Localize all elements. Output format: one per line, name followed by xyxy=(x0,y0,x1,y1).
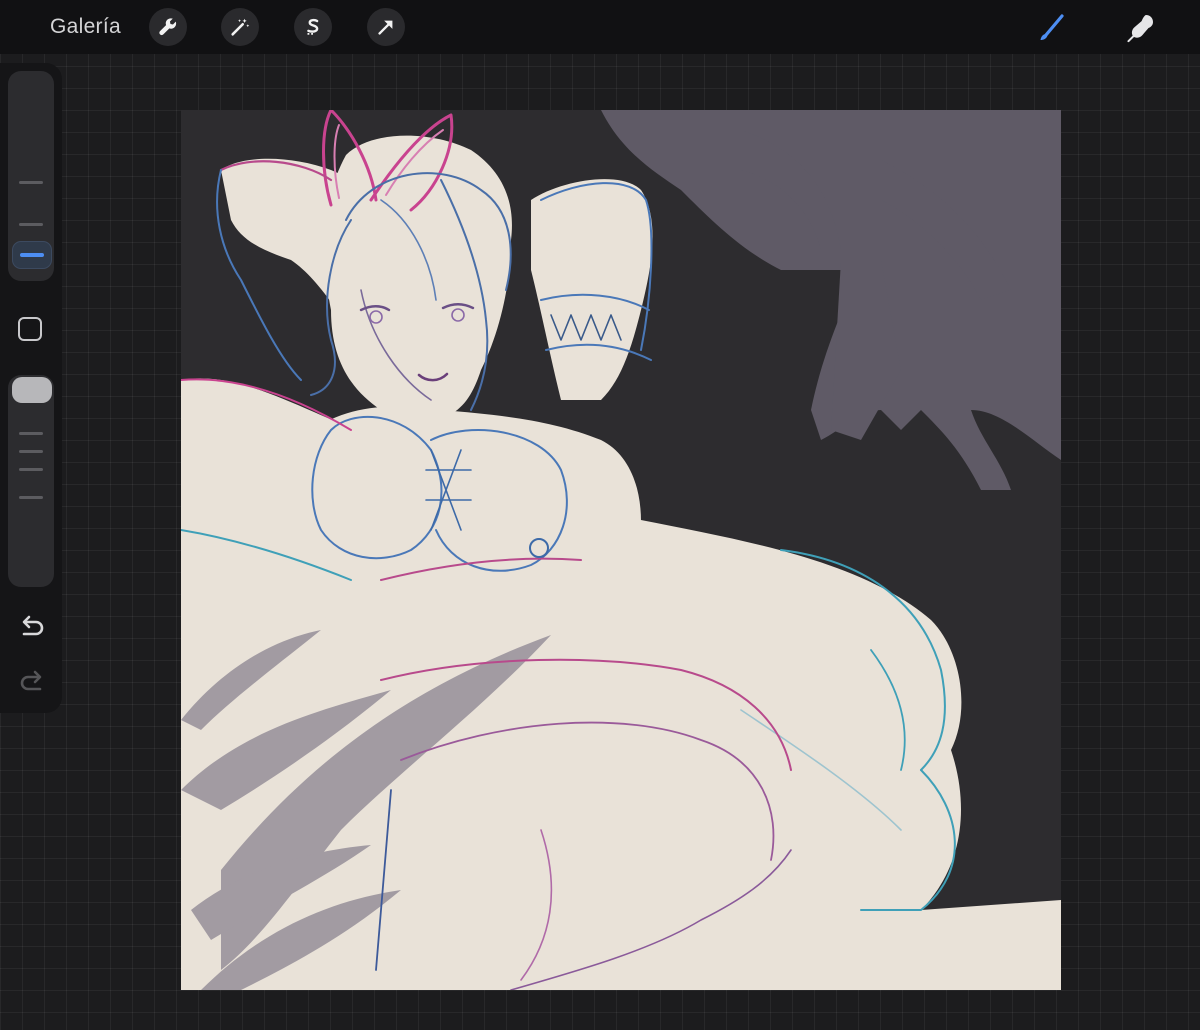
slider-tick xyxy=(19,223,43,226)
selection-s-icon[interactable] xyxy=(294,8,332,46)
opacity-slider[interactable] xyxy=(8,375,54,587)
gallery-button[interactable]: Galería xyxy=(50,14,121,40)
slider-tick xyxy=(19,450,43,453)
magic-wand-icon[interactable] xyxy=(221,8,259,46)
redo-icon[interactable] xyxy=(16,666,48,698)
left-sidebar xyxy=(0,63,62,713)
artwork-illustration xyxy=(181,110,1061,990)
brush-icon[interactable] xyxy=(1032,8,1072,48)
brush-size-thumb[interactable] xyxy=(12,241,52,269)
smudge-icon[interactable] xyxy=(1120,8,1160,48)
drawing-canvas[interactable] xyxy=(181,110,1061,990)
transform-arrow-icon[interactable] xyxy=(367,8,405,46)
brush-size-slider[interactable] xyxy=(8,71,54,281)
slider-tick xyxy=(19,496,43,499)
slider-tick xyxy=(19,468,43,471)
opacity-thumb[interactable] xyxy=(12,377,52,403)
modify-square-icon[interactable] xyxy=(18,317,42,341)
palm-shadow xyxy=(601,110,1061,490)
undo-icon[interactable] xyxy=(16,611,48,643)
slider-tick xyxy=(19,432,43,435)
top-toolbar: Galería xyxy=(0,0,1200,54)
slider-tick xyxy=(19,181,43,184)
wrench-icon[interactable] xyxy=(149,8,187,46)
